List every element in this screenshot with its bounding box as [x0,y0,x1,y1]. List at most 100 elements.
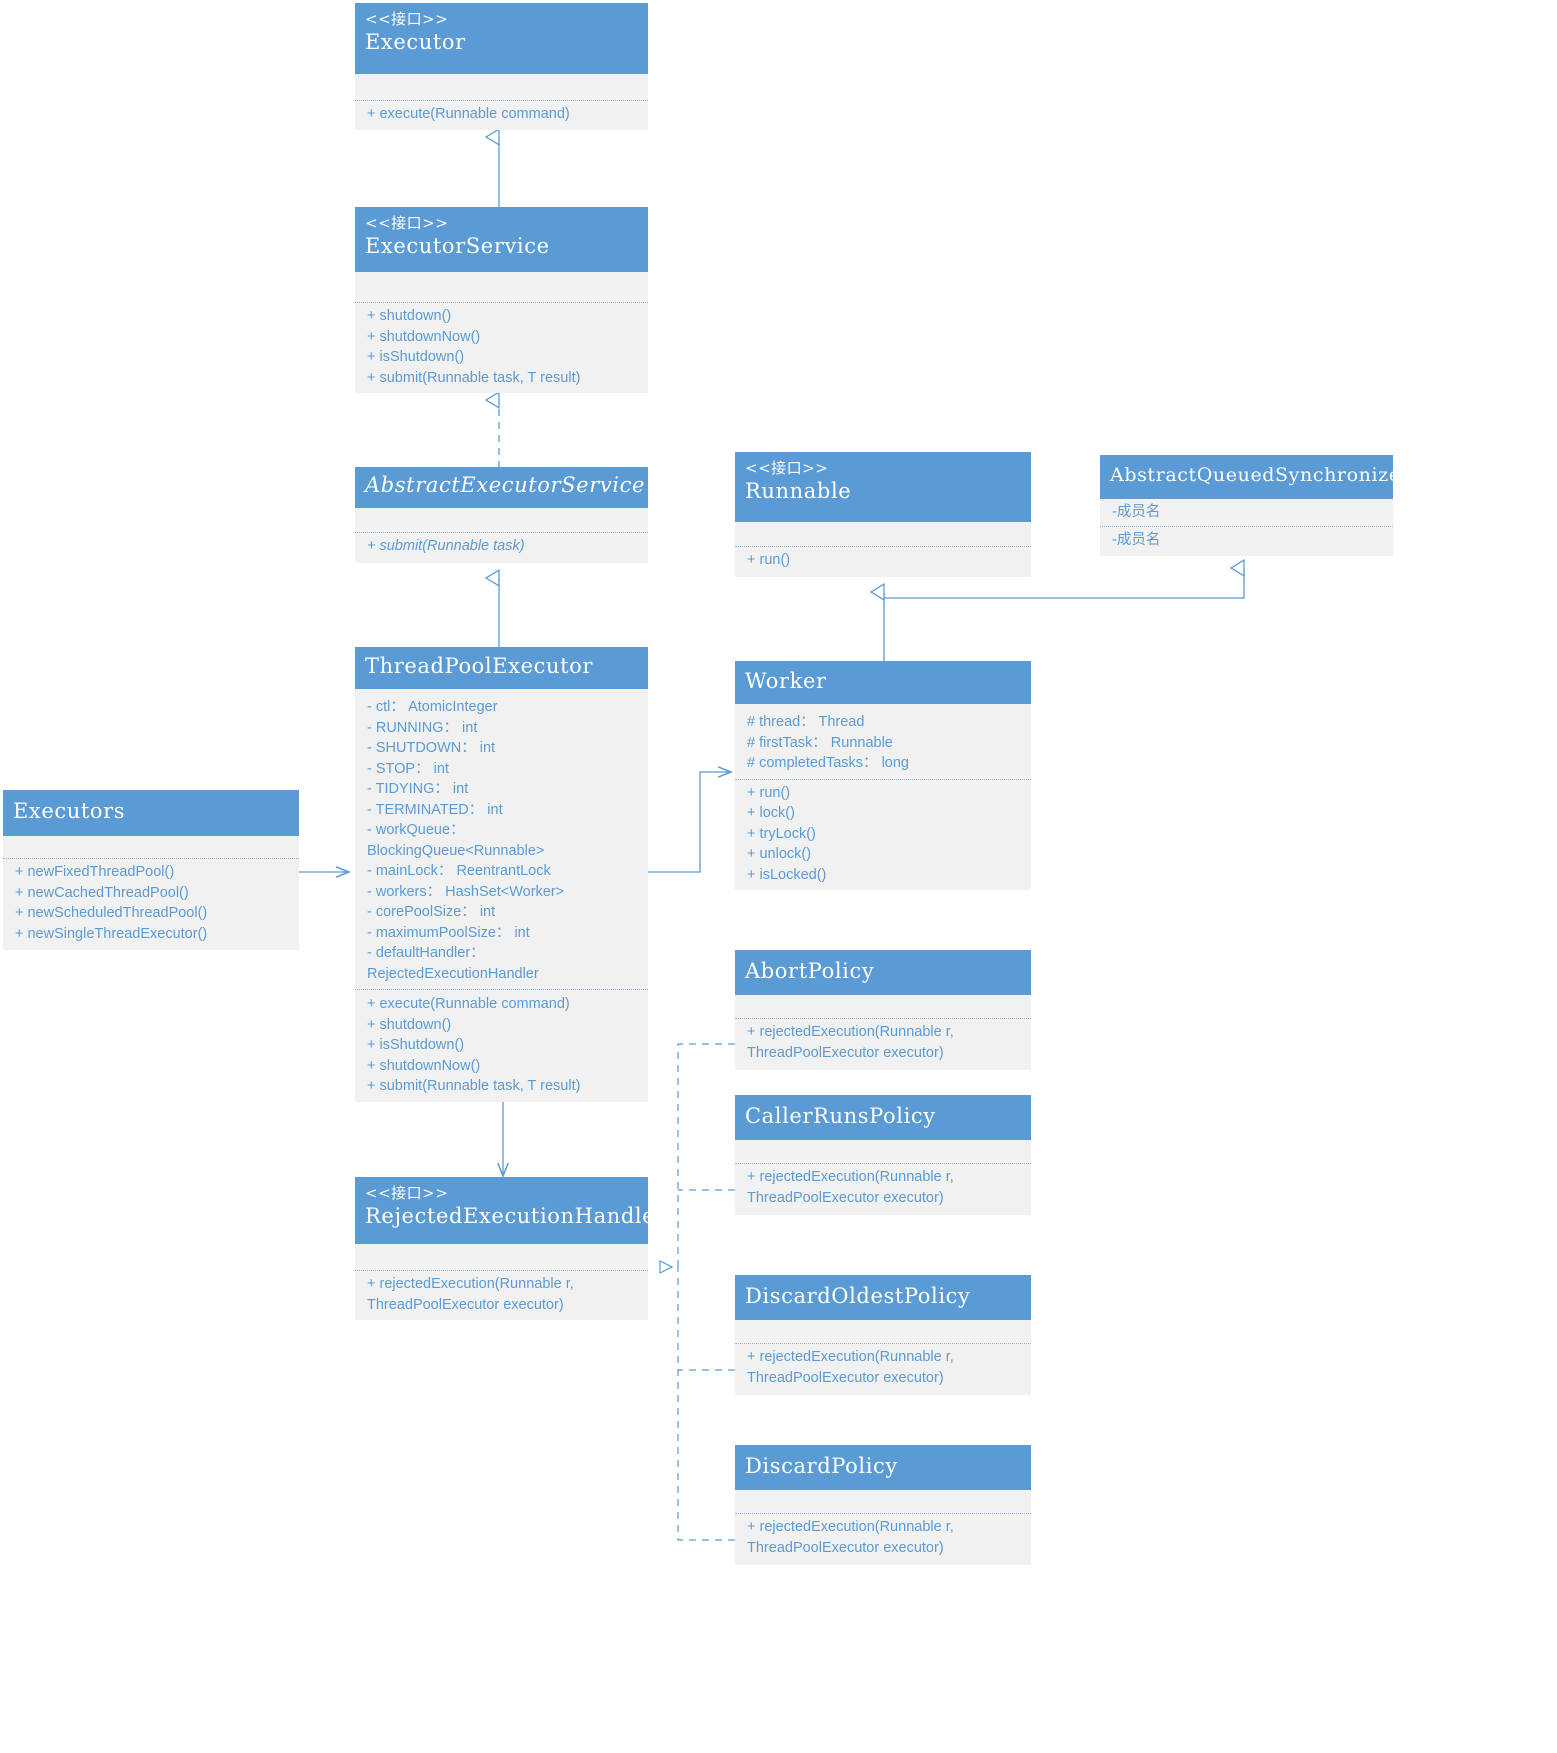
method-item: + rejectedExecution(Runnable r, ThreadPo… [747,1024,954,1061]
attribute-item: - maximumPoolSize： int [367,924,530,941]
method-item: + run() [747,552,791,568]
class-name-label: AbortPolicy [745,959,875,983]
method-compartment-executor: + execute(Runnable command) [355,100,648,130]
stereotype-label: <<接口>> [365,214,449,232]
class-box-abort-policy[interactable]: AbortPolicy + rejectedExecution(Runnable… [735,950,1031,1070]
attribute-item: - STOP： int [367,760,449,777]
attribute-compartment-worker: # thread： Thread # firstTask： Runnable #… [735,704,1031,779]
attribute-compartment-caller-runs-policy [735,1140,1031,1163]
attribute-item: - mainLock： ReentrantLock [367,863,551,879]
class-header-runnable: <<接口>> Runnable [735,452,1031,522]
class-box-rejected-execution-handler[interactable]: <<接口>> RejectedExecutionHandler + reject… [355,1177,666,1320]
method-compartment-runnable: + run() [735,546,1031,576]
class-header-executors: Executors [3,790,299,836]
class-name-label: Executors [13,799,126,823]
attribute-item: # thread： Thread [747,714,865,730]
attribute-item: - SHUTDOWN： int [367,740,496,756]
method-item: + newSingleThreadExecutor() [15,925,208,942]
method-compartment-discard-oldest-policy: + rejectedExecution(Runnable r, ThreadPo… [735,1343,1031,1393]
class-header-caller-runs-policy: CallerRunsPolicy [735,1095,1031,1140]
class-name-label: AbstractExecutorService [365,473,646,497]
attribute-compartment-discard-policy [735,1490,1031,1513]
attribute-compartment-rejected-execution-handler [355,1244,648,1270]
method-item: + lock() [747,805,795,821]
class-header-abstract-queued-synchronizer: AbstractQueuedSynchronizer [1100,455,1411,499]
uml-class-diagram-canvas: ThreadPoolExecutor (association) --> Wor… [0,0,1557,1753]
attribute-compartment-thread-pool-executor: - ctl： AtomicInteger - RUNNING： int - SH… [355,689,648,989]
method-item: + submit(Runnable task, T result) [367,1078,581,1094]
attribute-compartment-executor [355,74,648,100]
attribute-compartment-executor-service [355,272,648,302]
class-box-abstract-queued-synchronizer[interactable]: AbstractQueuedSynchronizer -成员名 -成员名 [1100,455,1411,556]
method-item: + shutdownNow() [367,1057,481,1074]
method-item: + shutdown() [367,308,452,324]
class-box-runnable[interactable]: <<接口>> Runnable + run() [735,452,1031,577]
class-box-caller-runs-policy[interactable]: CallerRunsPolicy + rejectedExecution(Run… [735,1095,1031,1215]
class-name-label: DiscardOldestPolicy [745,1284,971,1308]
class-box-executor[interactable]: <<接口>> Executor + execute(Runnable comma… [355,3,648,130]
method-item: + isShutdown() [367,1037,465,1053]
method-item: + shutdownNow() [367,328,481,345]
member-compartment-aqs-2: -成员名 [1100,525,1393,553]
attribute-compartment-runnable [735,522,1031,546]
class-box-executors[interactable]: Executors + newFixedThreadPool() + newCa… [3,790,299,950]
attribute-item: - ctl： AtomicInteger [367,699,498,715]
method-compartment-abort-policy: + rejectedExecution(Runnable r, ThreadPo… [735,1018,1031,1068]
class-header-thread-pool-executor: ThreadPoolExecutor [355,647,648,689]
class-box-worker[interactable]: Worker # thread： Thread # firstTask： Run… [735,661,1031,890]
method-compartment-abstract-executor-service: + submit(Runnable task) [355,532,648,562]
class-header-abstract-executor-service: AbstractExecutorService [355,467,648,508]
method-item: + execute(Runnable command) [367,106,570,122]
method-item: + shutdown() [367,1016,452,1033]
class-name-label: ThreadPoolExecutor [365,654,594,678]
method-compartment-caller-runs-policy: + rejectedExecution(Runnable r, ThreadPo… [735,1163,1031,1213]
class-name-label: Worker [745,669,827,693]
class-header-abort-policy: AbortPolicy [735,950,1031,995]
attribute-item: - RUNNING： int [367,719,478,736]
class-box-executor-service[interactable]: <<接口>> ExecutorService + shutdown() + sh… [355,207,648,393]
method-compartment-rejected-execution-handler: + rejectedExecution(Runnable r, ThreadPo… [355,1270,648,1320]
method-item: + submit(Runnable task, T result) [367,369,581,386]
class-name-label: Runnable [745,479,852,503]
class-box-thread-pool-executor[interactable]: ThreadPoolExecutor - ctl： AtomicInteger … [355,647,648,1102]
method-compartment-discard-policy: + rejectedExecution(Runnable r, ThreadPo… [735,1513,1031,1563]
class-box-discard-oldest-policy[interactable]: DiscardOldestPolicy + rejectedExecution(… [735,1275,1031,1395]
member-item: -成员名 [1112,504,1161,520]
method-item: + rejectedExecution(Runnable r, ThreadPo… [747,1349,954,1386]
method-item: + unlock() [747,846,812,862]
class-box-discard-policy[interactable]: DiscardPolicy + rejectedExecution(Runnab… [735,1445,1031,1565]
attribute-item: - workers： HashSet<Worker> [367,883,565,900]
class-header-executor: <<接口>> Executor [355,3,648,74]
class-header-discard-oldest-policy: DiscardOldestPolicy [735,1275,1031,1320]
method-item: + submit(Runnable task) [367,538,525,554]
method-item: + execute(Runnable command) [367,996,570,1012]
method-item: + rejectedExecution(Runnable r, ThreadPo… [747,1519,954,1556]
class-box-abstract-executor-service[interactable]: AbstractExecutorService + submit(Runnabl… [355,467,648,563]
attribute-compartment-abstract-executor-service [355,508,648,532]
class-name-label: Executor [365,30,466,54]
method-compartment-thread-pool-executor: + execute(Runnable command) + shutdown()… [355,989,648,1102]
class-header-rejected-execution-handler: <<接口>> RejectedExecutionHandler [355,1177,666,1244]
method-item: + newCachedThreadPool() [15,884,189,901]
class-name-label: DiscardPolicy [745,1454,898,1478]
method-compartment-worker: + run() + lock() + tryLock() + unlock() … [735,778,1031,890]
attribute-item: - defaultHandler： RejectedExecutionHandl… [367,945,539,982]
method-item: + rejectedExecution(Runnable r, ThreadPo… [747,1169,954,1206]
stereotype-label: <<接口>> [365,1184,449,1202]
method-item: + isLocked() [747,866,827,883]
class-name-label: AbstractQueuedSynchronizer [1110,464,1411,486]
attribute-item: # firstTask： Runnable [747,734,893,751]
class-header-discard-policy: DiscardPolicy [735,1445,1031,1490]
attribute-item: # completedTasks： long [747,755,909,771]
attribute-item: - workQueue： BlockingQueue<Runnable> [367,822,545,859]
method-item: + run() [747,784,791,801]
method-compartment-executor-service: + shutdown() + shutdownNow() + isShutdow… [355,302,648,393]
member-compartment-aqs-1: -成员名 [1100,499,1393,526]
stereotype-label: <<接口>> [365,10,449,28]
attribute-compartment-discard-oldest-policy [735,1320,1031,1343]
method-compartment-executors: + newFixedThreadPool() + newCachedThread… [3,858,299,949]
attribute-compartment-abort-policy [735,995,1031,1018]
class-name-label: RejectedExecutionHandler [365,1204,666,1228]
attribute-item: - corePoolSize： int [367,904,496,920]
method-item: + isShutdown() [367,349,465,365]
